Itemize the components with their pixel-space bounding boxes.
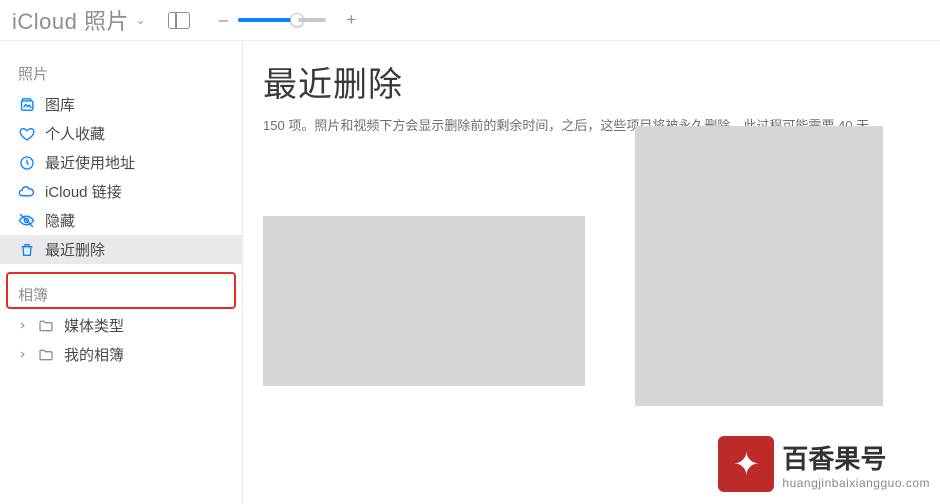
- app-title-text: iCloud 照片: [12, 4, 129, 36]
- sidebar-item-favorites[interactable]: 个人收藏: [0, 119, 242, 148]
- section-label-photos: 照片: [0, 55, 242, 90]
- section-label-albums: 相簿: [0, 276, 242, 311]
- app-title[interactable]: iCloud 照片 ⌄: [12, 4, 146, 36]
- sidebar-item-label: 我的相簿: [64, 344, 124, 365]
- sidebar-item-recently-deleted[interactable]: 最近删除: [0, 235, 242, 264]
- chevron-down-icon: ⌄: [135, 12, 146, 28]
- watermark: ✦ 百香果号 huangjinbaixiangguo.com: [718, 436, 930, 492]
- sidebar: 照片 图库 个人收藏 最近使用地址 iCloud 链接: [0, 41, 243, 504]
- main-content: 最近删除 150 项。照片和视频下方会显示删除前的剩余时间，之后，这些项目将被永…: [243, 41, 940, 504]
- sidebar-item-label: 图库: [45, 94, 75, 115]
- photo-library-icon: [18, 96, 35, 113]
- sidebar-item-label: iCloud 链接: [45, 181, 122, 202]
- zoom-in-button[interactable]: +: [346, 10, 356, 30]
- zoom-slider[interactable]: [238, 18, 298, 22]
- sidebar-item-hidden[interactable]: 隐藏: [0, 206, 242, 235]
- eye-slash-icon: [18, 212, 35, 229]
- sidebar-toggle-icon[interactable]: [168, 12, 190, 29]
- zoom-control: – +: [218, 10, 356, 30]
- sidebar-item-media-types[interactable]: 媒体类型: [0, 311, 242, 340]
- folder-icon: [37, 346, 54, 363]
- folder-icon: [37, 317, 54, 334]
- page-title: 最近删除: [263, 57, 922, 106]
- sidebar-item-recent-places[interactable]: 最近使用地址: [0, 148, 242, 177]
- chevron-right-icon: [18, 350, 27, 359]
- sidebar-item-label: 最近使用地址: [45, 152, 135, 173]
- heart-icon: [18, 125, 35, 142]
- sidebar-item-label: 最近删除: [45, 239, 105, 260]
- sidebar-item-label: 媒体类型: [64, 315, 124, 336]
- sidebar-item-my-albums[interactable]: 我的相簿: [0, 340, 242, 369]
- watermark-logo-icon: ✦: [718, 436, 774, 492]
- thumbnails: [263, 136, 922, 406]
- sidebar-item-label: 隐藏: [45, 210, 75, 231]
- trash-icon: [18, 241, 35, 258]
- sidebar-item-library[interactable]: 图库: [0, 90, 242, 119]
- clock-icon: [18, 154, 35, 171]
- watermark-title: 百香果号: [782, 439, 930, 476]
- cloud-icon: [18, 183, 35, 200]
- sidebar-item-icloud-links[interactable]: iCloud 链接: [0, 177, 242, 206]
- chevron-right-icon: [18, 321, 27, 330]
- photo-thumbnail[interactable]: [635, 126, 883, 406]
- watermark-url: huangjinbaixiangguo.com: [782, 476, 930, 490]
- photo-thumbnail[interactable]: [263, 216, 585, 386]
- topbar: iCloud 照片 ⌄ – +: [0, 0, 940, 40]
- sidebar-item-label: 个人收藏: [45, 123, 105, 144]
- zoom-slider-knob[interactable]: [290, 13, 304, 27]
- zoom-out-button[interactable]: –: [218, 10, 228, 30]
- item-count: 150: [263, 118, 285, 133]
